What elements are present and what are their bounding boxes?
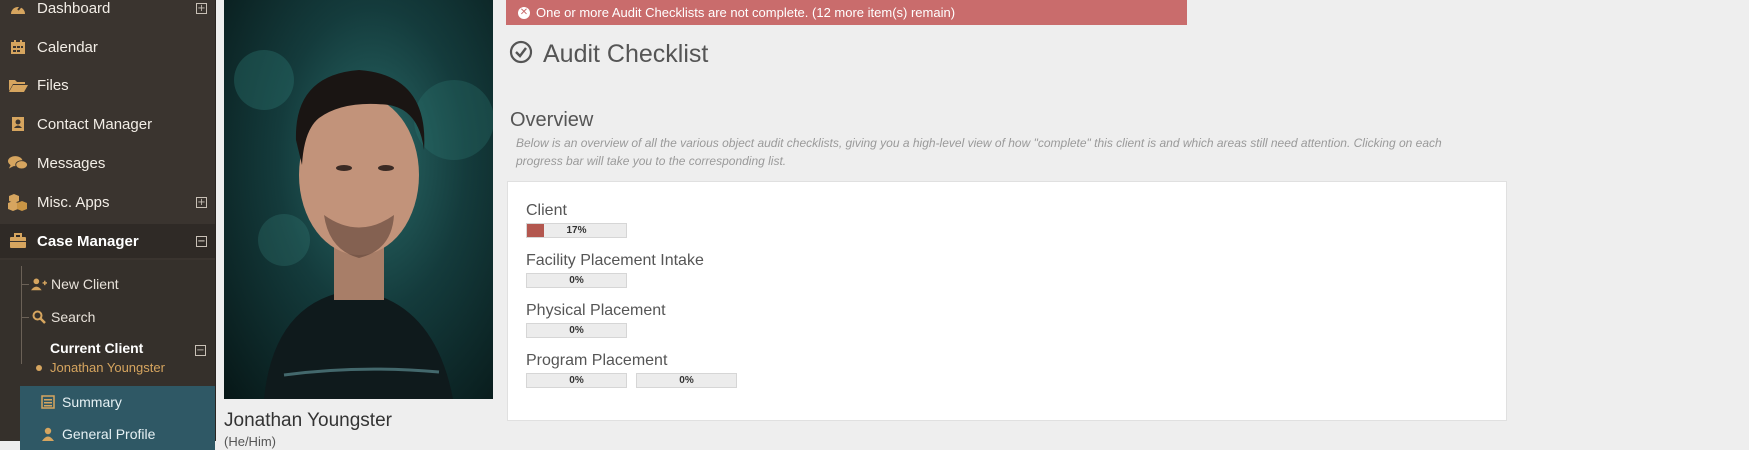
progress-label: 17% (566, 225, 587, 236)
progress-label: 0% (679, 375, 694, 386)
user-plus-icon (31, 276, 47, 292)
list-icon (40, 394, 56, 410)
user-icon (40, 426, 56, 442)
sidebar-item-label: Case Manager (37, 232, 139, 250)
progress-label: 0% (569, 375, 584, 386)
folder-icon (8, 75, 28, 95)
current-client-label: Current Client (50, 340, 144, 356)
collapse-icon[interactable]: − (195, 345, 206, 356)
address-book-icon (8, 114, 28, 134)
progress-bar-program-placement-1[interactable]: 0% (526, 373, 627, 388)
expand-icon[interactable]: + (196, 2, 207, 14)
overview-heading: Overview (510, 109, 594, 131)
checklist-label-facility-placement-intake: Facility Placement Intake (526, 252, 704, 269)
sidebar-item-new-client[interactable]: New Client (22, 270, 119, 298)
checklist-label-physical-placement: Physical Placement (526, 302, 666, 319)
check-circle-icon (509, 40, 533, 69)
progress-label: 0% (569, 275, 584, 286)
incomplete-alert: ✕ One or more Audit Checklists are not c… (506, 0, 1187, 25)
sidebar-item-summary[interactable]: Summary (20, 386, 215, 418)
cubes-icon (8, 192, 28, 212)
progress-bar-facility-placement-intake[interactable]: 0% (526, 273, 627, 288)
sidebar-item-label: Calendar (37, 38, 98, 56)
sidebar-item-label: Search (51, 309, 96, 325)
checklist-label-client: Client (526, 202, 567, 219)
sidebar-item-label: Messages (37, 154, 106, 172)
collapse-icon[interactable]: − (196, 235, 207, 247)
client-pronouns: (He/Him) (224, 434, 276, 449)
sidebar-item-messages[interactable]: Messages (0, 146, 215, 180)
sidebar-item-label: New Client (51, 276, 119, 292)
close-circle-icon: ✕ (518, 6, 530, 19)
chat-icon (8, 153, 28, 173)
page-title: Audit Checklist (509, 40, 708, 69)
client-name-heading: Jonathan Youngster (224, 410, 392, 431)
sidebar-item-calendar[interactable]: Calendar (0, 30, 215, 64)
sidebar-item-files[interactable]: Files (0, 68, 215, 102)
alert-text: One or more Audit Checklists are not com… (536, 5, 956, 20)
calendar-icon (8, 37, 28, 57)
sidebar-item-case-manager[interactable]: Case Manager − (0, 224, 215, 258)
sidebar-item-label: Summary (62, 394, 122, 410)
expand-icon[interactable]: + (196, 196, 207, 208)
sidebar-item-dashboard[interactable]: Dashboard + (0, 0, 215, 25)
progress-bar-program-placement-2[interactable]: 0% (636, 373, 737, 388)
page-title-text: Audit Checklist (543, 40, 709, 68)
sidebar-item-misc-apps[interactable]: Misc. Apps + (0, 185, 215, 219)
search-icon (31, 309, 47, 325)
sidebar-item-general-profile[interactable]: General Profile (20, 418, 215, 450)
current-client-name[interactable]: Jonathan Youngster (36, 360, 165, 375)
overview-description: Below is an overview of all the various … (516, 136, 1442, 168)
sidebar-item-label: Misc. Apps (37, 193, 110, 211)
client-name-label: Jonathan Youngster (50, 360, 165, 375)
checklist-label-program-placement: Program Placement (526, 352, 668, 369)
sidebar: Dashboard + Calendar Files Contact Manag… (0, 0, 216, 450)
sidebar-item-search[interactable]: Search (22, 303, 95, 331)
briefcase-icon (8, 231, 28, 251)
progress-bar-physical-placement[interactable]: 0% (526, 323, 627, 338)
sidebar-item-label: Dashboard (37, 0, 111, 17)
sidebar-item-label: Files (37, 76, 69, 94)
sidebar-item-label: Contact Manager (37, 115, 153, 133)
progress-bar-client[interactable]: 17% (526, 223, 627, 238)
dashboard-icon (8, 0, 28, 18)
sidebar-item-label: General Profile (62, 426, 156, 442)
bullet-icon (36, 364, 42, 371)
sidebar-item-contact-manager[interactable]: Contact Manager (0, 107, 215, 141)
client-photo (224, 0, 493, 399)
progress-label: 0% (569, 325, 584, 336)
